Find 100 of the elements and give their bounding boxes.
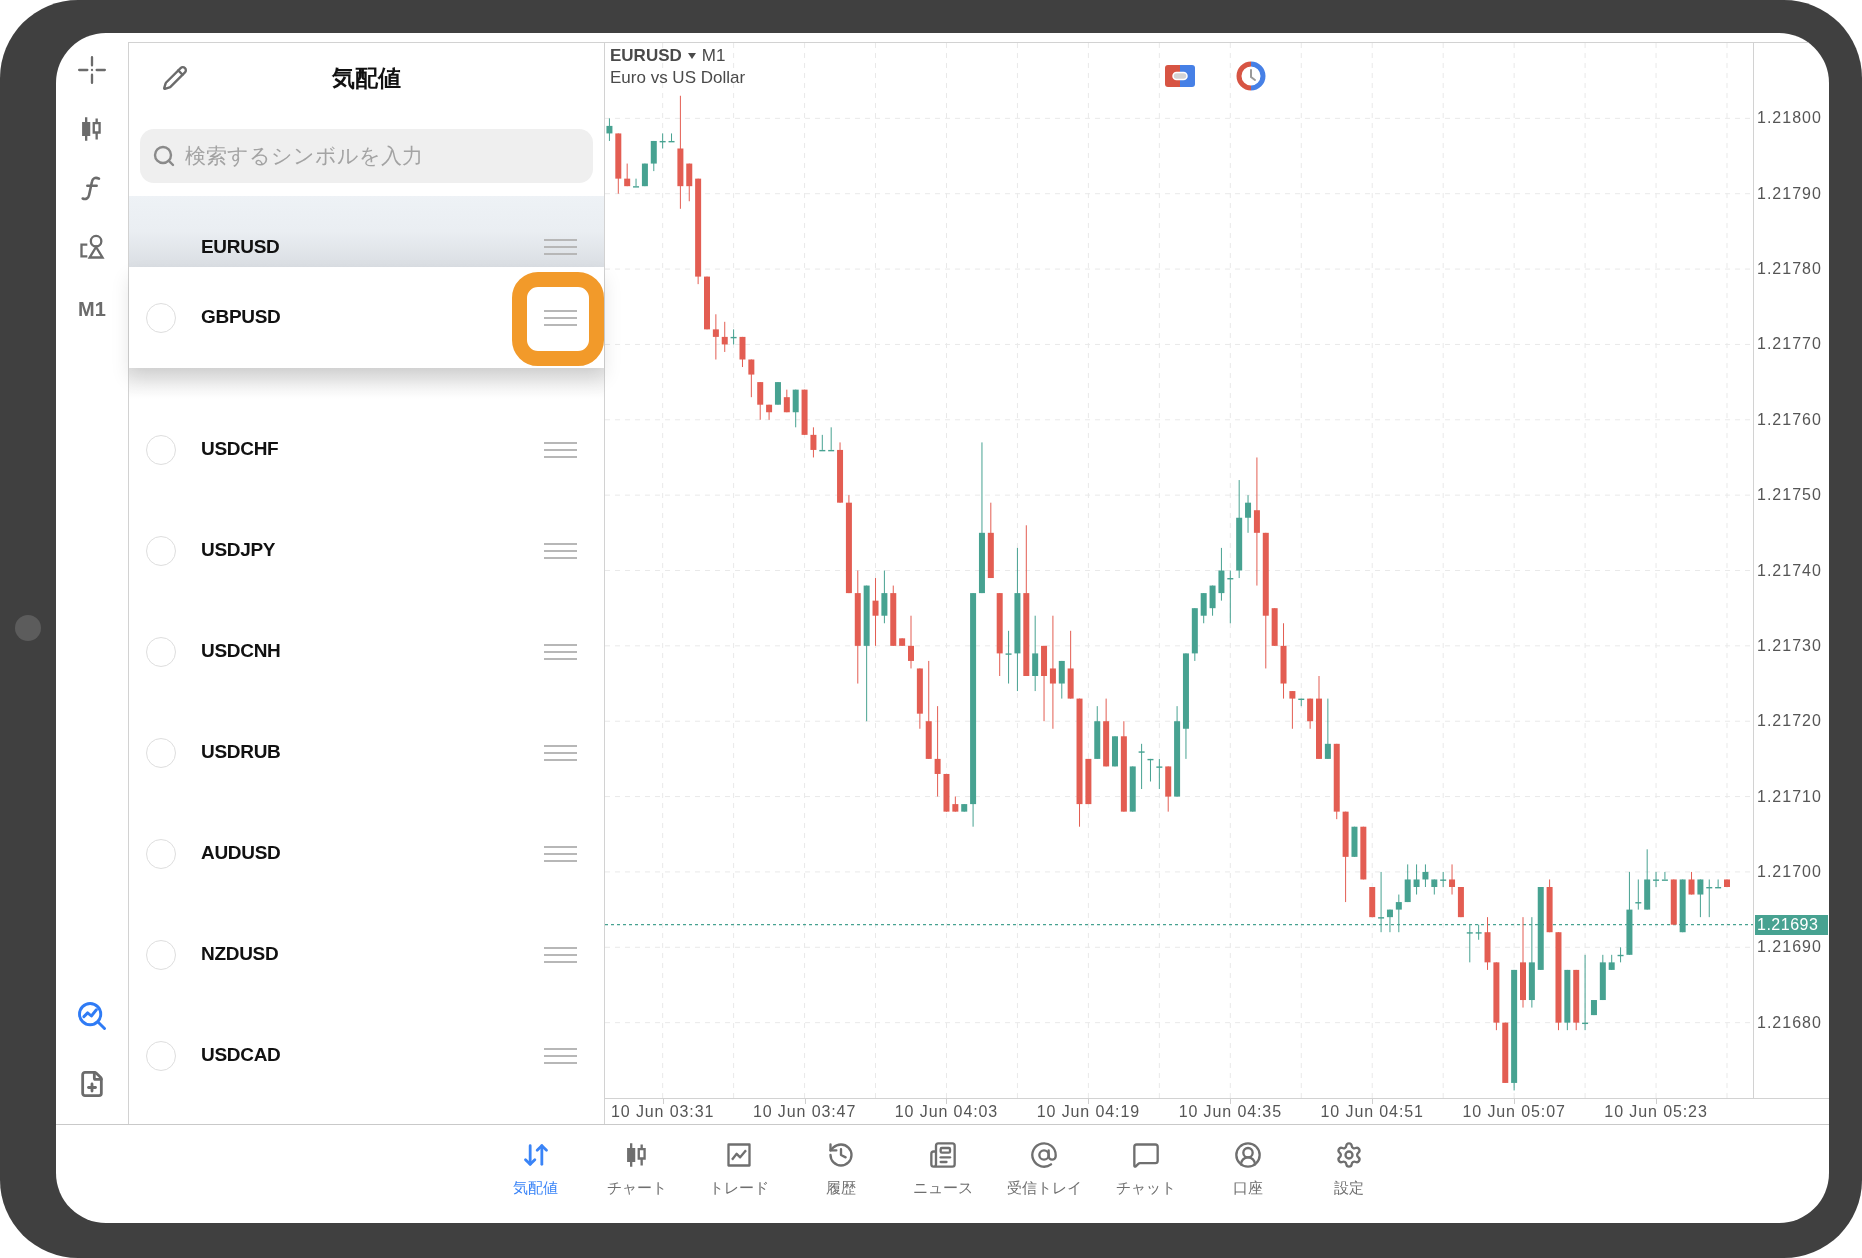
tab[interactable]: 受信トレイ (993, 1125, 1096, 1223)
candlestick (1289, 690, 1296, 730)
candlestick (1395, 894, 1402, 933)
candlestick (615, 132, 622, 195)
at-sign-icon (1030, 1141, 1059, 1169)
candlestick (668, 132, 675, 143)
candlestick (1502, 1022, 1509, 1084)
drag-handle-icon[interactable] (544, 308, 577, 327)
candlestick (792, 389, 799, 428)
symbol-name: EURUSD (201, 234, 281, 259)
symbol-name: AUDUSD (201, 841, 282, 866)
drag-handle-icon[interactable] (544, 844, 577, 863)
tab[interactable]: 履歴 (789, 1125, 892, 1223)
tab[interactable]: 口座 (1196, 1125, 1299, 1223)
candlestick (1147, 758, 1154, 782)
candlestick (1688, 871, 1695, 896)
price-label: 1.21690 (1757, 938, 1822, 957)
candlestick (1156, 758, 1163, 790)
time-label: 10 Jun 03:31 (611, 1103, 715, 1121)
tab[interactable]: 気配値 (484, 1125, 587, 1223)
drag-handle-icon[interactable] (544, 945, 577, 964)
price-label: 1.21760 (1757, 410, 1822, 429)
drag-handle-icon[interactable] (544, 743, 577, 762)
symbol-name: USDJPY (201, 538, 277, 563)
search-field[interactable]: 検索するシンボルを入力 (140, 129, 593, 183)
candlestick (1546, 878, 1553, 933)
price-label: 1.21750 (1757, 486, 1822, 505)
candlestick (1431, 878, 1438, 896)
toggle-pill-icon[interactable] (1165, 65, 1195, 87)
tab[interactable]: 設定 (1298, 1125, 1401, 1223)
clock-ring-icon[interactable] (1236, 61, 1266, 91)
candlestick (1413, 863, 1420, 896)
candlestick (730, 328, 737, 345)
add-file-icon[interactable] (78, 1070, 106, 1098)
newspaper-icon (928, 1141, 957, 1169)
chart-search-icon[interactable] (77, 1001, 107, 1031)
tab[interactable]: トレード (688, 1125, 790, 1223)
drag-handle-icon[interactable] (544, 440, 577, 459)
drag-handle-icon[interactable] (544, 642, 577, 661)
candlestick (1112, 735, 1118, 767)
settings-icon (1335, 1141, 1364, 1169)
symbol-name: USDCAD (201, 1043, 282, 1068)
candlestick (712, 313, 719, 360)
candlestick (1440, 871, 1447, 888)
candlestick (1404, 863, 1411, 903)
candlestick (1067, 630, 1074, 700)
search-icon (152, 144, 176, 168)
tab[interactable]: チャット (1095, 1125, 1197, 1223)
drag-handle-icon[interactable] (544, 1046, 577, 1065)
line-chart-icon (725, 1141, 754, 1169)
timeframe-button[interactable]: M1 (78, 297, 106, 321)
candlestick (1564, 969, 1571, 1031)
price-label: 1.21800 (1757, 109, 1822, 128)
user-circle-icon (1233, 1141, 1262, 1169)
time-label: 10 Jun 05:23 (1604, 1103, 1708, 1121)
candlestick (1599, 954, 1606, 1001)
price-label: 1.21710 (1757, 787, 1822, 806)
candlestick (1324, 698, 1331, 760)
candlestick (810, 426, 817, 458)
candlestick (1724, 878, 1730, 888)
time-label: 10 Jun 05:07 (1462, 1103, 1566, 1121)
candlestick (952, 796, 959, 813)
time-label: 10 Jun 04:35 (1178, 1103, 1282, 1121)
candlestick (1573, 969, 1580, 1031)
camera-icon (15, 615, 41, 641)
pencil-icon[interactable] (162, 65, 188, 91)
tab[interactable]: チャート (586, 1125, 689, 1223)
crosshair-icon[interactable] (78, 56, 106, 84)
current-price-badge: 1.21693 (1755, 914, 1828, 935)
shapes-icon[interactable] (78, 233, 106, 261)
candlestick (1138, 743, 1145, 790)
chart-timeframe[interactable]: M1 (701, 43, 726, 69)
candlestick (1200, 592, 1207, 624)
drag-handle-icon[interactable] (544, 238, 577, 256)
candlestick (1670, 878, 1677, 926)
candlestick (899, 637, 906, 647)
symbol-name: USDRUB (201, 740, 282, 765)
chat-bubble-icon (1131, 1141, 1160, 1169)
tab[interactable]: ニュース (891, 1125, 994, 1223)
panel-title: 気配値 (332, 63, 401, 93)
candlestick (890, 585, 897, 647)
candlestick (1715, 878, 1722, 889)
candlestick (1005, 630, 1012, 685)
caret-icon[interactable] (687, 53, 696, 59)
symbol-name: NZDUSD (201, 942, 280, 967)
arrows-up-down-icon (521, 1141, 550, 1169)
candlestick (1298, 698, 1305, 707)
symbol-name: GBPUSD (201, 305, 282, 330)
drag-handle-icon[interactable] (544, 541, 577, 560)
candlestick (1351, 826, 1358, 858)
candlestick (1706, 878, 1713, 918)
candlestick (1085, 758, 1092, 805)
candlestick (1227, 570, 1234, 624)
price-label: 1.21770 (1757, 335, 1822, 354)
dragged-row[interactable]: GBPUSD (129, 267, 604, 368)
chart-symbol[interactable]: EURUSD (610, 43, 682, 69)
candlestick (908, 615, 914, 669)
candlestick (1307, 698, 1314, 730)
symbol-row[interactable]: EURUSD (129, 196, 604, 267)
candlestick (1209, 585, 1216, 617)
